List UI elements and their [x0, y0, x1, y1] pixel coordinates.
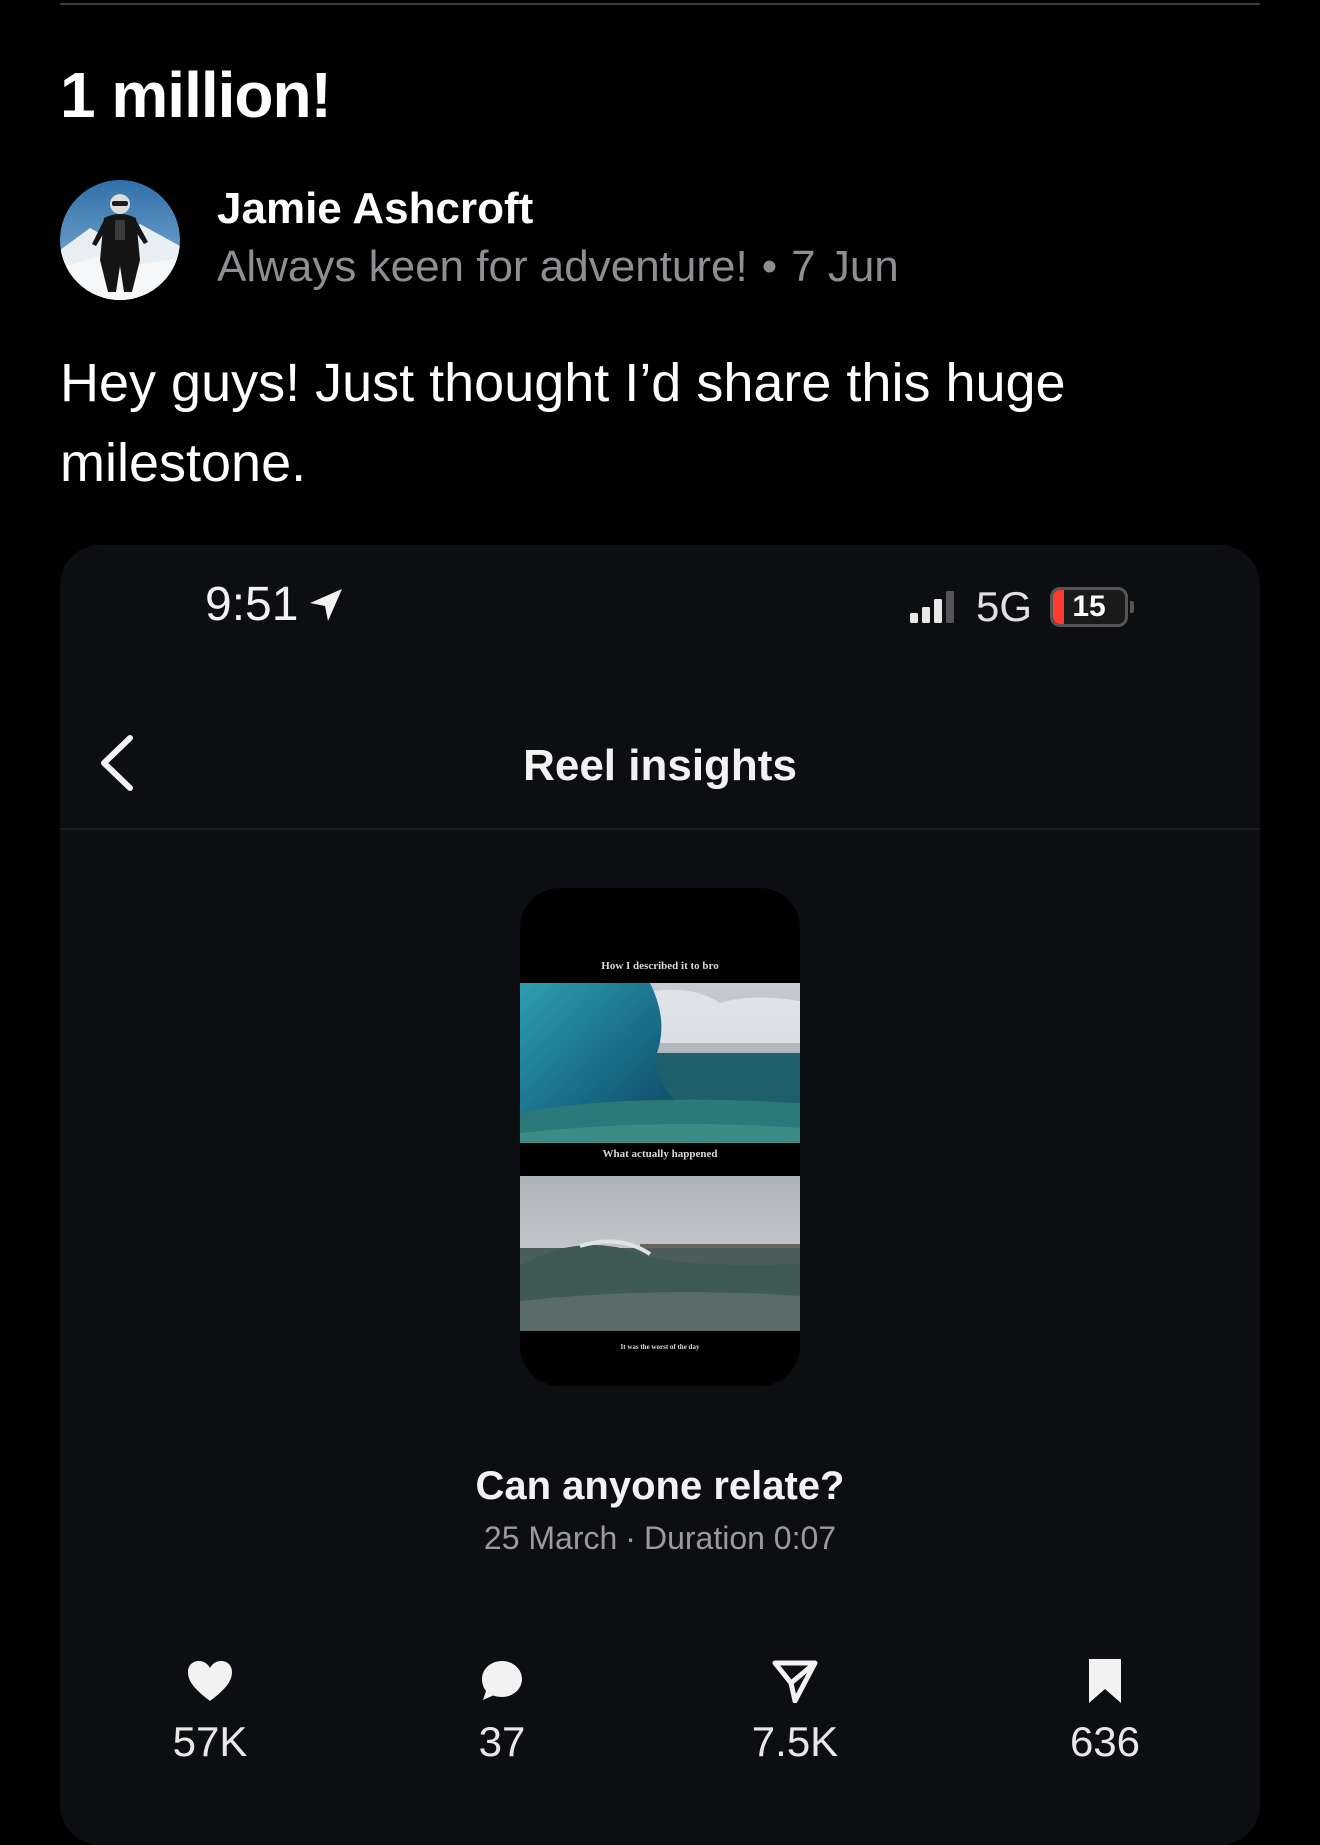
comment-icon — [422, 1655, 582, 1707]
share-icon — [715, 1655, 875, 1707]
battery-icon: 15 — [1050, 587, 1135, 627]
status-time: 9:51 — [205, 575, 346, 635]
attached-screenshot[interactable]: 9:51 5G 15 Reel insights How I described… — [60, 545, 1260, 1845]
metric-comments: 37 — [422, 1655, 582, 1767]
battery-cap — [1130, 601, 1135, 613]
bookmark-icon — [1025, 1655, 1185, 1707]
location-arrow-icon — [310, 589, 343, 621]
signal-icon — [910, 591, 954, 623]
reel-meta: 25 March · Duration 0:07 — [60, 1518, 1260, 1558]
small-wave-image — [520, 1176, 800, 1331]
battery-level: 15 — [1072, 590, 1106, 623]
avatar[interactable] — [60, 180, 180, 300]
author-row[interactable]: Jamie Ashcroft Always keen for adventure… — [60, 178, 1260, 300]
nav-bar: Reel insights — [60, 700, 1260, 830]
author-bio: Always keen for adventure! — [217, 242, 748, 291]
reel-duration: Duration 0:07 — [643, 1520, 837, 1556]
saves-count: 636 — [1069, 1718, 1141, 1765]
author-meta: Always keen for adventure! • 7 Jun — [217, 240, 899, 294]
post-date: 7 Jun — [791, 242, 899, 291]
meta-separator: • — [761, 242, 778, 291]
comments-count: 37 — [478, 1718, 526, 1765]
network-type: 5G — [976, 583, 1033, 630]
reel-meta-separator: · — [625, 1520, 636, 1556]
nav-title: Reel insights — [523, 741, 797, 790]
heart-icon — [130, 1655, 290, 1707]
likes-count: 57K — [172, 1718, 248, 1765]
battery-body: 15 — [1050, 587, 1129, 627]
reel-date: 25 March — [483, 1520, 618, 1556]
reel-thumbnail[interactable]: How I described it to bro What actually — [520, 888, 800, 1386]
metric-likes: 57K — [130, 1655, 290, 1767]
avatar-photo — [60, 180, 180, 300]
wave-barrel-image — [520, 983, 800, 1143]
status-right: 5G 15 — [910, 583, 1135, 630]
reel-caption-top: How I described it to bro — [601, 960, 719, 972]
metric-shares: 7.5K — [715, 1655, 875, 1767]
metric-saves: 636 — [1025, 1655, 1185, 1767]
reel-caption-middle: What actually happened — [602, 1148, 718, 1160]
post-title: 1 million! — [60, 59, 332, 131]
status-time-text: 9:51 — [205, 578, 299, 631]
shares-count: 7.5K — [751, 1718, 839, 1765]
reel-caption-bottom: It was the worst of the day — [620, 1343, 700, 1351]
top-divider — [60, 3, 1260, 5]
author-name[interactable]: Jamie Ashcroft — [217, 182, 533, 236]
post-body: Hey guys! Just thought I’d share this hu… — [60, 353, 1066, 493]
reel-title: Can anyone relate? — [475, 1464, 845, 1508]
